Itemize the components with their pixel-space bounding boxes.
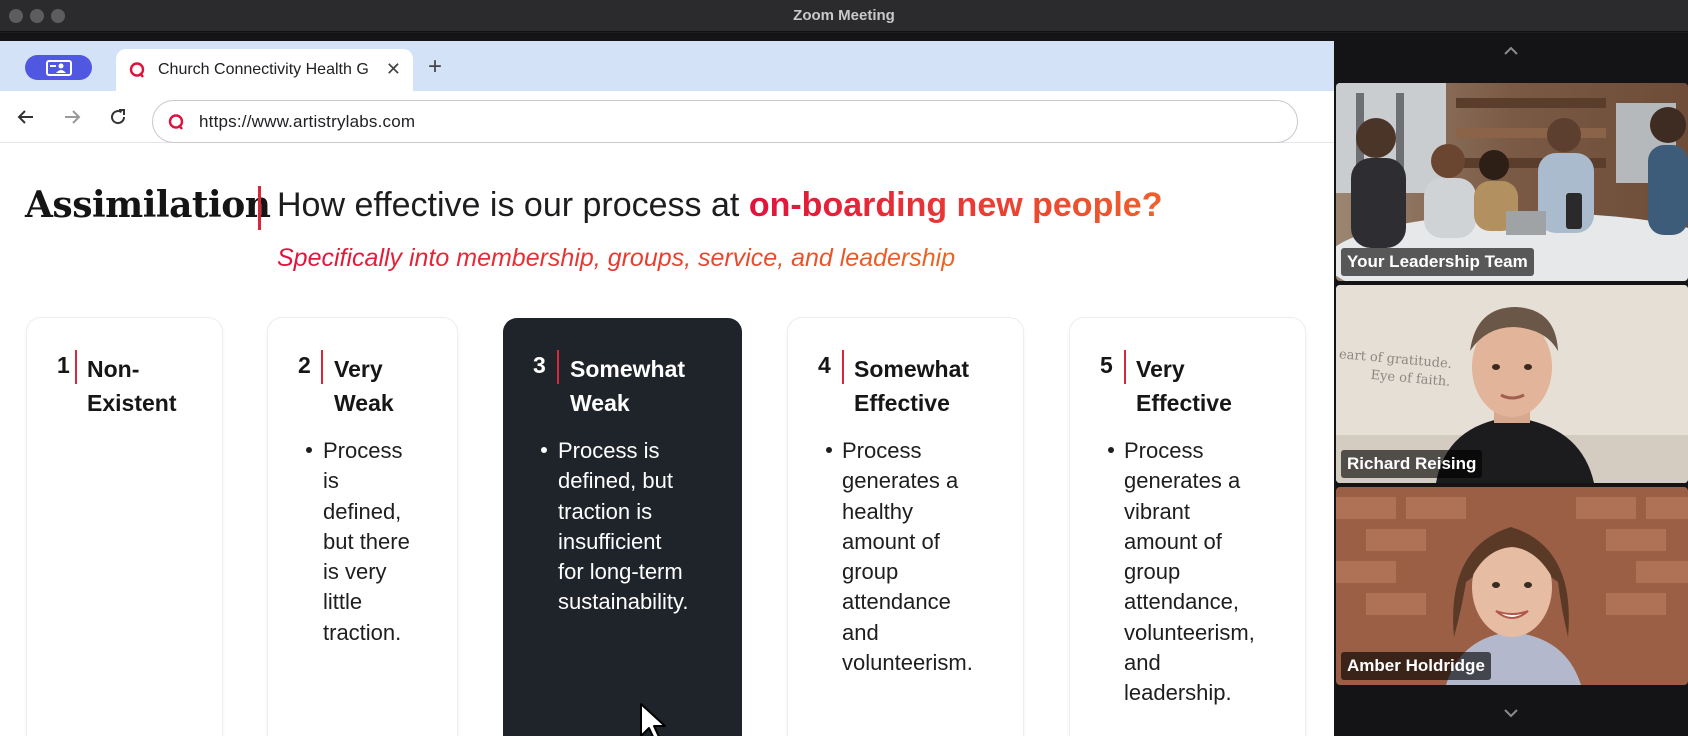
- forward-arrow-icon: [65, 110, 81, 124]
- shared-browser-window: Church Connectivity Health G ✕ + https:/…: [0, 41, 1334, 736]
- rating-title: Somewhat Weak: [570, 356, 686, 416]
- url-text: https://www.artistrylabs.com: [199, 111, 416, 131]
- back-button[interactable]: [12, 103, 40, 131]
- bullet-dot: [826, 447, 832, 453]
- rating-description: Process generates a vibrant amount of gr…: [1124, 438, 1255, 706]
- rating-title: Non- Existent: [87, 356, 177, 416]
- category-heading: Assimilation: [25, 184, 271, 226]
- rating-number: 2: [298, 352, 311, 378]
- rating-card-4[interactable]: 4 Somewhat Effective Process generates a…: [788, 318, 1023, 736]
- rating-number: 4: [818, 352, 831, 378]
- rating-divider: [321, 350, 323, 384]
- question-highlight: on-boarding new people?: [748, 186, 1163, 224]
- bullet-dot: [541, 447, 547, 453]
- screen-share-button[interactable]: [25, 55, 92, 80]
- share-strip: [0, 33, 1334, 41]
- rating-description: Process generates a healthy amount of gr…: [842, 438, 973, 676]
- rating-divider: [557, 350, 559, 384]
- back-arrow-icon: [17, 110, 33, 124]
- rating-title: Very Effective: [1136, 356, 1232, 416]
- new-tab-button[interactable]: +: [428, 53, 442, 81]
- rating-card-3[interactable]: 3 Somewhat Weak Process is defined, but …: [503, 318, 742, 736]
- artistry-labs-favicon-icon: [129, 62, 145, 78]
- question-prefix: How effective is our process at: [277, 186, 749, 224]
- close-tab-icon[interactable]: ✕: [386, 59, 401, 80]
- rating-divider: [75, 350, 77, 384]
- rating-description: Process is defined, but there is very li…: [323, 438, 410, 645]
- chevron-up-icon: [1504, 46, 1518, 55]
- address-bar[interactable]: https://www.artistrylabs.com: [152, 100, 1298, 143]
- rating-description: Process is defined, but traction is insu…: [558, 438, 689, 615]
- rating-divider: [1124, 350, 1126, 384]
- participant-name: Richard Reising: [1341, 450, 1483, 478]
- site-favicon-icon: [168, 113, 184, 130]
- scroll-down-button[interactable]: [1334, 705, 1688, 723]
- assessment-slide: Assimilation How effective is our proces…: [0, 144, 1334, 736]
- chevron-down-icon: [1504, 709, 1518, 718]
- tab-title: Church Connectivity Health G: [158, 61, 369, 78]
- window-title: Zoom Meeting: [793, 7, 895, 24]
- screen-share-icon: [45, 59, 72, 76]
- assessment-question: How effective is our process at on-board…: [277, 186, 1162, 225]
- rating-card-2[interactable]: 2 Very Weak Process is defined, but ther…: [268, 318, 457, 736]
- mouse-cursor-icon: [640, 703, 666, 736]
- rating-number: 1: [57, 352, 70, 378]
- participant-name: Your Leadership Team: [1341, 248, 1534, 276]
- participants-panel: Your Leadership Team eart of gratitude. …: [1334, 33, 1688, 736]
- participant-name: Amber Holdridge: [1341, 652, 1491, 680]
- rating-number: 5: [1100, 352, 1113, 378]
- scroll-up-button[interactable]: [1334, 43, 1688, 61]
- participant-video-richard-reising[interactable]: eart of gratitude. Eye of faith. Richard…: [1336, 285, 1688, 483]
- tab-church-connectivity[interactable]: Church Connectivity Health G ✕: [116, 49, 413, 91]
- rating-card-5[interactable]: 5 Very Effective Process generates a vib…: [1070, 318, 1305, 736]
- rating-divider: [842, 350, 844, 384]
- rating-title: Somewhat Effective: [854, 356, 970, 416]
- bullet-dot: [1108, 447, 1114, 453]
- participant-video-amber-holdridge[interactable]: Amber Holdridge: [1336, 487, 1688, 685]
- assessment-subheading: Specifically into membership, groups, se…: [277, 244, 956, 272]
- bullet-dot: [306, 447, 312, 453]
- heading-divider: [258, 186, 261, 230]
- rating-card-1[interactable]: 1 Non- Existent: [27, 318, 222, 736]
- window-titlebar: Zoom Meeting: [0, 0, 1688, 32]
- reload-button[interactable]: [104, 103, 132, 131]
- rating-number: 3: [533, 352, 546, 378]
- reload-icon: [111, 109, 126, 125]
- forward-button[interactable]: [58, 103, 86, 131]
- rating-title: Very Weak: [334, 356, 394, 416]
- browser-toolbar: https://www.artistrylabs.com: [0, 91, 1334, 143]
- participant-video-leadership-team[interactable]: Your Leadership Team: [1336, 83, 1688, 281]
- tab-strip: Church Connectivity Health G ✕ +: [0, 41, 1334, 91]
